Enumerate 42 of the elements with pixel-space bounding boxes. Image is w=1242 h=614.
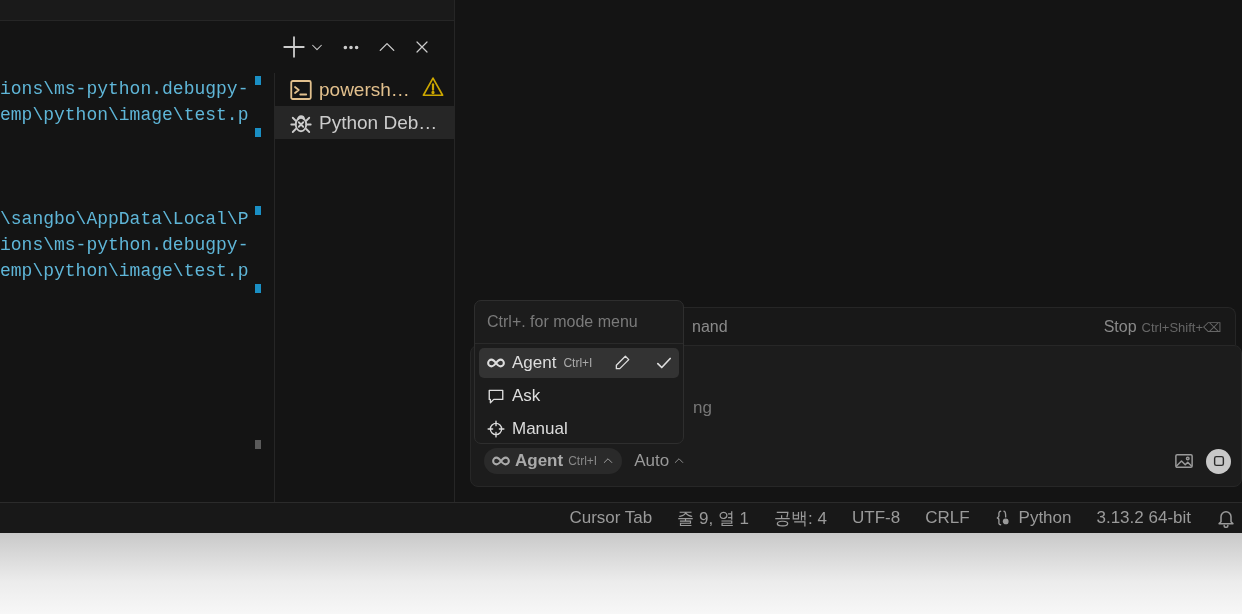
command-marker (255, 284, 261, 293)
command-marker (255, 206, 261, 215)
pencil-icon (613, 354, 631, 372)
close-icon (414, 39, 430, 55)
mode-button[interactable]: Agent Ctrl+I (484, 448, 623, 474)
status-item[interactable]: Python (994, 508, 1072, 528)
crosshair-icon (487, 420, 505, 438)
stop-button[interactable]: Stop Ctrl+Shift+⌫ (1103, 317, 1221, 336)
command-marker (255, 128, 261, 137)
model-button[interactable]: Auto (634, 451, 686, 471)
status-item[interactable]: CRLF (925, 508, 970, 528)
mode-menu-item[interactable]: Ask (479, 381, 679, 411)
mode-menu-item[interactable]: Manual (479, 414, 679, 444)
bell-icon (1216, 508, 1236, 528)
placeholder-text: ng (693, 398, 712, 417)
terminal-line: ions\ms-python.debugpy- (0, 235, 249, 255)
plus-icon (282, 35, 306, 59)
stop-generation-button[interactable] (1206, 448, 1231, 474)
image-button[interactable] (1174, 451, 1194, 471)
menu-hint: Ctrl+. for mode menu (475, 305, 683, 344)
more-icon (342, 44, 360, 50)
terminal-line: emp\python\image\test.p (0, 261, 249, 281)
status-item[interactable]: 공백: 4 (774, 506, 827, 530)
status-item[interactable]: UTF-8 (851, 508, 901, 528)
status-item[interactable]: 줄 9, 열 1 (677, 506, 750, 530)
mode-menu-item[interactable]: Agent Ctrl+I (479, 348, 679, 378)
speech-bubble-icon (487, 387, 505, 405)
terminal-line: \sangbo\AppData\Local\P (0, 209, 249, 229)
terminal-tab[interactable]: powersh… (275, 73, 454, 106)
image-icon (1174, 451, 1194, 471)
terminal-line: emp\python\image\test.p (0, 105, 249, 125)
terminal-tab[interactable]: Python Deb… (275, 106, 454, 139)
terminal-icon (289, 77, 313, 102)
terminal-line: ions\ms-python.debugpy- (0, 79, 249, 99)
status-item[interactable]: 3.13.2 64-bit (1096, 508, 1191, 528)
notifications-button[interactable] (1216, 508, 1236, 528)
warning-icon (422, 76, 444, 98)
header-text: nand (692, 317, 729, 336)
stop-icon (1211, 454, 1226, 468)
command-marker (255, 440, 261, 449)
command-marker (255, 76, 261, 85)
status-item[interactable]: Cursor Tab (569, 508, 653, 528)
